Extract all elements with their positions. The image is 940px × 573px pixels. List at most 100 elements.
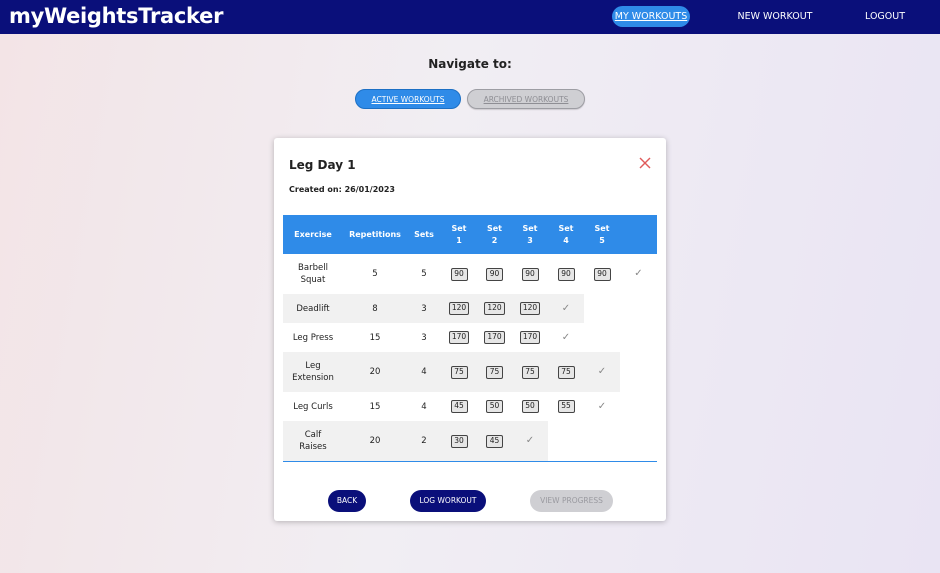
set-weight-box[interactable]: 50 — [521, 400, 539, 413]
set-weight-box[interactable]: 55 — [557, 400, 575, 413]
top-navbar: myWeightsTracker MY WORKOUTS NEW WORKOUT… — [0, 0, 940, 34]
set-weight-cell: 75 — [548, 352, 584, 392]
brand-logo[interactable]: myWeightsTracker — [9, 4, 223, 28]
table-row: Leg Curls 15 4 45 50 50 55 ✓ — [283, 392, 657, 421]
table-row: Calf Raises 20 2 30 45 ✓ — [283, 421, 657, 461]
check-icon[interactable]: ✓ — [526, 435, 534, 447]
column-header: Set 3 — [522, 223, 538, 245]
back-button[interactable]: BACK — [328, 490, 366, 512]
set-weight-box[interactable]: 120 — [448, 302, 470, 315]
set-weight-cell: 170 — [477, 323, 512, 352]
set-weight-box[interactable]: 120 — [519, 302, 541, 315]
set-weight-cell: 90 — [584, 254, 620, 294]
nav-my-workouts[interactable]: MY WORKOUTS — [612, 6, 690, 27]
set-weight-box[interactable]: 170 — [448, 331, 470, 344]
sets-cell-text: 3 — [421, 332, 427, 343]
sets-cell: 3 — [407, 294, 441, 323]
set-weight-box[interactable]: 45 — [486, 434, 503, 448]
set-weight-box[interactable]: 75 — [486, 365, 503, 379]
sets-cell-text: 4 — [421, 401, 427, 412]
exercise-cell: Leg Extension — [283, 352, 343, 392]
check-icon[interactable]: ✓ — [562, 332, 570, 344]
reps-cell-text: 20 — [369, 436, 381, 446]
navigate-heading: Navigate to: — [428, 57, 512, 71]
exercise-cell-text: Calf Raises — [299, 430, 327, 452]
set-weight-box[interactable]: 90 — [450, 267, 468, 281]
table-row: Deadlift 8 3 120 120 120 ✓ — [283, 294, 657, 323]
exercise-cell-text: Leg Press — [292, 332, 334, 343]
set-weight-cell: 45 — [441, 392, 477, 421]
workout-table: Exercise Repetitions Sets Set 1 Set 2 Set 3 Se… — [283, 215, 657, 462]
set-weight-cell: 90 — [441, 254, 477, 294]
check-icon[interactable]: ✓ — [598, 401, 606, 413]
set-weight-cell: 170 — [441, 323, 477, 352]
exercise-cell: Leg Curls — [283, 392, 343, 421]
sets-cell: 4 — [407, 392, 441, 421]
reps-cell: 20 — [343, 352, 407, 392]
column-header: Repetitions — [349, 229, 401, 239]
column-header: Exercise — [294, 229, 332, 239]
complete-check-cell: ✓ — [584, 392, 620, 421]
complete-check-cell: ✓ — [548, 323, 584, 352]
sets-cell: 5 — [407, 254, 441, 294]
set-weight-box[interactable]: 90 — [593, 267, 611, 281]
complete-check-cell: ✓ — [548, 294, 584, 323]
exercise-cell: Leg Press — [283, 323, 343, 352]
set-weight-box[interactable]: 90 — [486, 267, 503, 281]
log-workout-button[interactable]: LOG WORKOUT — [410, 490, 486, 512]
set-weight-cell: 90 — [477, 254, 512, 294]
set-weight-box[interactable]: 45 — [450, 400, 468, 413]
set-weight-cell: 55 — [548, 392, 584, 421]
sets-cell: 3 — [407, 323, 441, 352]
check-icon[interactable]: ✓ — [562, 303, 570, 315]
set-weight-box[interactable]: 75 — [450, 365, 468, 379]
set-weight-box[interactable]: 75 — [521, 365, 539, 379]
active-workouts-button[interactable]: ACTIVE WORKOUTS — [355, 89, 461, 109]
table-bottom-border — [283, 461, 657, 462]
set-weight-box[interactable]: 30 — [450, 434, 468, 448]
archived-workouts-button[interactable]: ARCHIVED WORKOUTS — [467, 89, 585, 109]
complete-check-cell: ✓ — [512, 421, 548, 461]
reps-cell: 5 — [343, 254, 407, 294]
sets-cell-text: 2 — [421, 436, 427, 446]
sets-cell-text: 4 — [421, 367, 427, 377]
check-icon[interactable]: ✓ — [598, 366, 606, 378]
view-progress-button[interactable]: VIEW PROGRESS — [530, 490, 613, 512]
table-row: Leg Extension 20 4 75 75 75 75 ✓ — [283, 352, 657, 392]
set-weight-cell: 50 — [512, 392, 548, 421]
table-row: Leg Press 15 3 170 170 170 ✓ — [283, 323, 657, 352]
workout-card: Leg Day 1 Created on: 26/01/2023 Exercis… — [274, 138, 666, 521]
set-weight-cell: 120 — [441, 294, 477, 323]
set-weight-box[interactable]: 90 — [521, 267, 539, 281]
set-weight-box[interactable]: 90 — [557, 267, 575, 281]
set-weight-box[interactable]: 170 — [484, 331, 505, 344]
column-header: Set 5 — [594, 223, 610, 245]
table-body: Barbell Squat 5 5 90 90 90 90 90 ✓ Deadlift 8 3 120 1… — [283, 254, 657, 461]
reps-cell: 20 — [343, 421, 407, 461]
set-weight-cell: 120 — [477, 294, 512, 323]
reps-cell: 15 — [343, 323, 407, 352]
column-header: Set 4 — [558, 223, 574, 245]
set-weight-cell: 90 — [512, 254, 548, 294]
set-weight-box[interactable]: 50 — [486, 400, 503, 413]
nav-new-workout[interactable]: NEW WORKOUT — [732, 6, 818, 27]
set-weight-cell: 30 — [441, 421, 477, 461]
close-icon[interactable] — [638, 156, 652, 170]
created-date: Created on: 26/01/2023 — [289, 185, 395, 194]
workout-title: Leg Day 1 — [289, 158, 356, 172]
reps-cell-text: 8 — [372, 303, 378, 314]
exercise-cell-text: Leg Curls — [293, 401, 333, 412]
column-header: Set 2 — [486, 223, 502, 245]
exercise-cell-text: Barbell Squat — [298, 263, 328, 285]
exercise-cell-text: Deadlift — [296, 303, 330, 314]
check-icon[interactable]: ✓ — [634, 268, 642, 280]
nav-logout[interactable]: LOGOUT — [858, 6, 912, 27]
set-weight-box[interactable]: 120 — [484, 302, 505, 315]
set-weight-cell: 45 — [477, 421, 512, 461]
set-weight-cell: 75 — [441, 352, 477, 392]
reps-cell: 15 — [343, 392, 407, 421]
sets-cell-text: 3 — [421, 303, 427, 314]
set-weight-box[interactable]: 170 — [519, 331, 541, 344]
set-weight-box[interactable]: 75 — [557, 365, 575, 379]
set-weight-cell: 50 — [477, 392, 512, 421]
